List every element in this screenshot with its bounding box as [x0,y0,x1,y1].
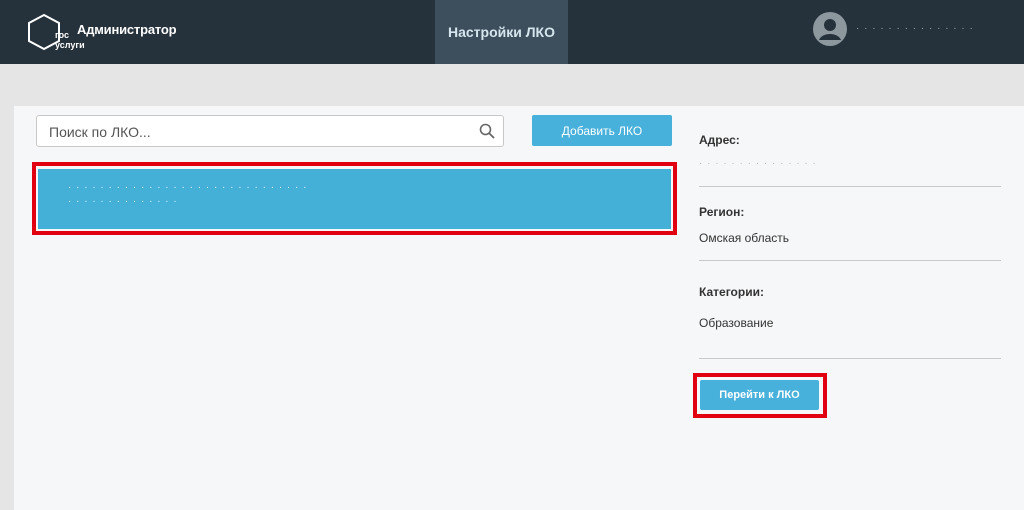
selection-highlight [32,162,677,235]
search-icon[interactable] [479,123,495,139]
user-avatar-icon [813,12,847,46]
role-title: Администратор [77,22,177,37]
button-highlight [693,373,827,418]
divider [699,260,1001,261]
tab-lko-settings[interactable]: Настройки ЛКО [435,0,568,64]
add-lko-button[interactable]: Добавить ЛКО [532,115,672,146]
divider [699,358,1001,359]
region-value: Омская область [699,231,790,245]
address-value: · · · · · · · · · · · · · · · [699,158,817,169]
address-label: Адрес: [699,133,740,147]
search-input[interactable] [47,116,471,148]
categories-label: Категории: [699,285,764,299]
categories-value: Образование [699,316,774,330]
divider [699,186,1001,187]
gosuslugi-logo[interactable]: гос услуги [25,13,85,51]
avatar[interactable] [813,12,847,46]
search-box[interactable] [36,115,504,148]
top-bar: гос услуги Администратор Настройки ЛКО ·… [0,0,1024,64]
region-label: Регион: [699,205,745,219]
username[interactable]: · · · · · · · · · · · · · · · [856,23,1006,34]
